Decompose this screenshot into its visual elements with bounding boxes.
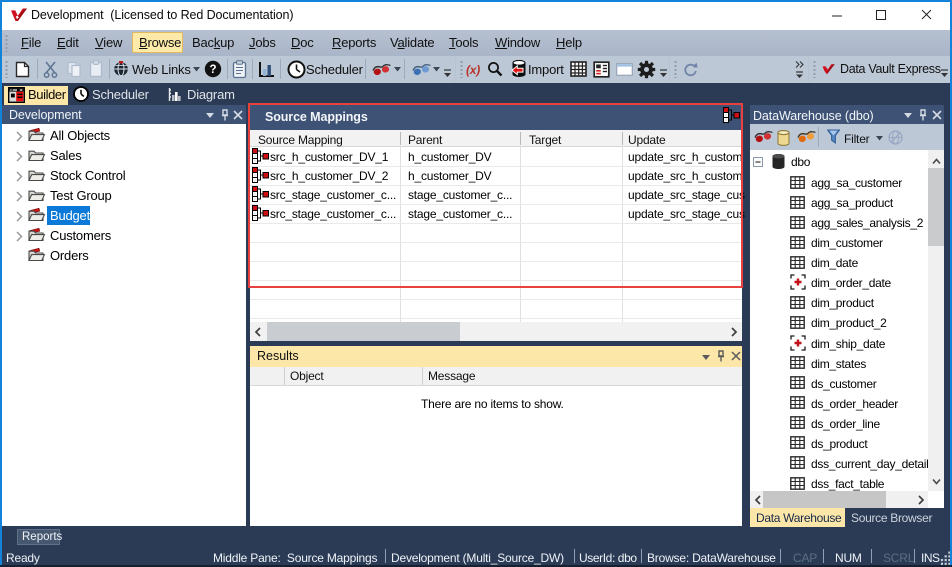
svg-text:?: ?	[209, 64, 216, 76]
